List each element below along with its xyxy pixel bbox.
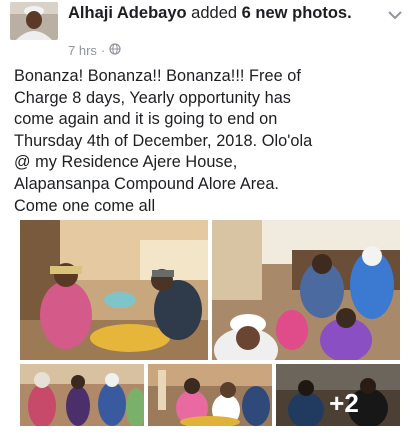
post-author-line: Alhaji Adebayo added 6 new photos. — [68, 4, 388, 23]
action-prefix: added — [191, 4, 238, 22]
post-timestamp[interactable]: 7 hrs — [68, 43, 97, 58]
photo-4[interactable] — [148, 364, 272, 426]
more-photos-overlay[interactable]: +2 — [276, 364, 400, 426]
photos-link[interactable]: photos. — [292, 4, 352, 22]
photo-3[interactable] — [20, 364, 144, 426]
globe-icon — [109, 43, 121, 58]
chevron-down-icon[interactable] — [384, 6, 406, 24]
post-meta: 7 hrs · — [68, 43, 121, 58]
photo-5-more[interactable]: +2 — [276, 364, 400, 426]
meta-separator: · — [100, 43, 106, 58]
post-text: Bonanza! Bonanza!! Bonanza!!! Free of Ch… — [14, 67, 313, 215]
photo-1[interactable] — [20, 220, 208, 360]
avatar[interactable] — [10, 2, 58, 40]
post-header: Alhaji Adebayo added 6 new photos. 7 hrs… — [0, 0, 416, 64]
photo-count-link[interactable]: 6 new — [242, 4, 288, 22]
more-photos-count: +2 — [329, 387, 359, 418]
author-name[interactable]: Alhaji Adebayo — [68, 4, 187, 22]
photo-2[interactable] — [212, 220, 400, 360]
